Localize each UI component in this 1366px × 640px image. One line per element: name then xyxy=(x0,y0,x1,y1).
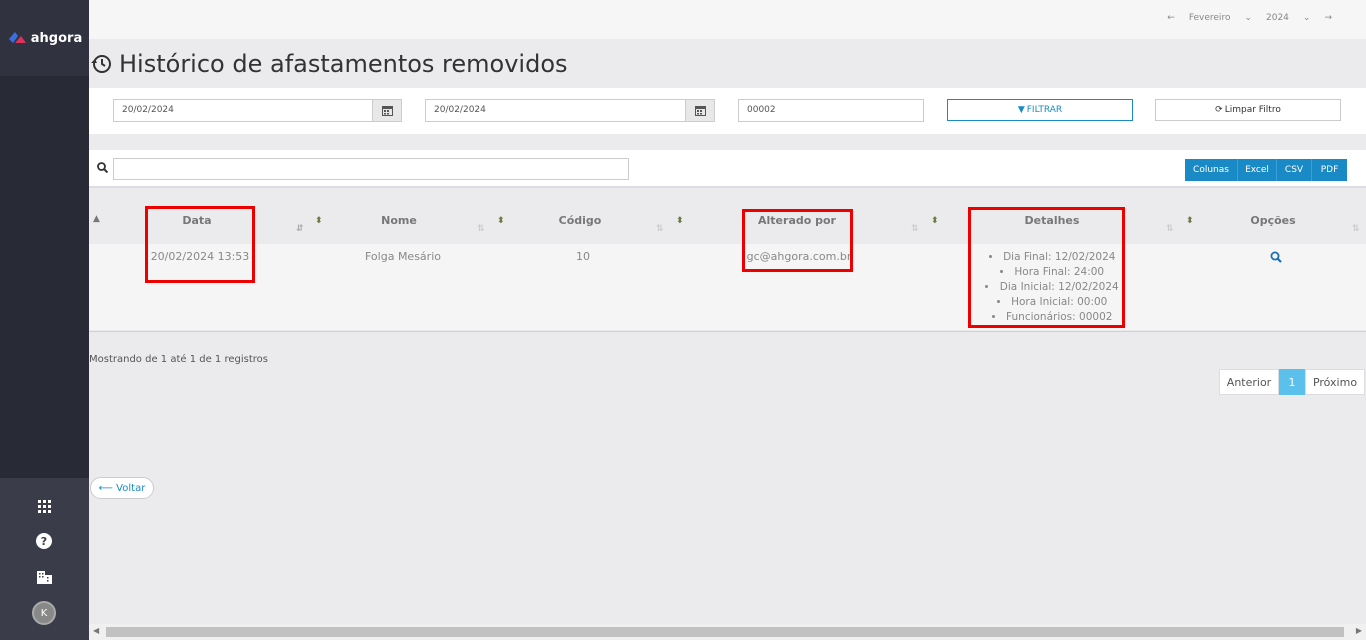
sort-desc-icon[interactable]: ⇵ xyxy=(296,224,304,234)
table-header: ▲ Data ⇵ ⬍ Nome ⇅ ⬍ Código ⇅ ⬍ Alterado … xyxy=(89,198,1366,244)
month-select[interactable]: Fevereiro xyxy=(1189,13,1231,23)
excel-button[interactable]: Excel xyxy=(1238,159,1277,181)
pdf-button[interactable]: PDF xyxy=(1312,159,1347,181)
sort-icon[interactable]: ⇅ xyxy=(1166,224,1174,234)
scrollbar-thumb[interactable] xyxy=(106,627,1344,637)
detail-item: Hora Final: 24:00 xyxy=(967,265,1137,280)
col-header-alterado-por[interactable]: Alterado por xyxy=(743,214,851,227)
calendar-icon[interactable] xyxy=(685,99,715,122)
sort-icon[interactable]: ⇅ xyxy=(477,224,485,234)
svg-text:?: ? xyxy=(41,535,47,548)
detail-item: Dia Inicial: 12/02/2024 xyxy=(967,280,1137,295)
start-date-input[interactable]: 20/02/2024 xyxy=(113,99,373,122)
sort-icon[interactable]: ⇅ xyxy=(911,224,919,234)
month-navigator: ← Fevereiro ⌄ 2024 ⌄ → xyxy=(1167,13,1332,23)
chevron-down-icon[interactable]: ⌄ xyxy=(1244,13,1252,23)
year-select[interactable]: 2024 xyxy=(1266,13,1289,23)
filter-button[interactable]: ▼ FILTRAR xyxy=(947,99,1133,121)
page-header: Histórico de afastamentos removidos xyxy=(89,50,568,78)
filter-button-label: FILTRAR xyxy=(1026,105,1063,115)
next-page-button[interactable]: Próximo xyxy=(1305,369,1365,395)
csv-button[interactable]: CSV xyxy=(1277,159,1312,181)
sort-icon[interactable]: ⬍ xyxy=(676,216,684,226)
horizontal-scrollbar[interactable]: ◀ ▶ xyxy=(89,624,1366,640)
cell-alterado-por: gc@ahgora.com.br xyxy=(746,250,852,263)
end-date-input[interactable]: 20/02/2024 xyxy=(425,99,686,122)
back-button[interactable]: ⟵ Voltar xyxy=(90,477,154,499)
col-header-codigo[interactable]: Código xyxy=(530,214,630,227)
detail-item: Hora Inicial: 00:00 xyxy=(967,295,1137,310)
col-header-nome[interactable]: Nome xyxy=(349,214,449,227)
previous-page-button[interactable]: Anterior xyxy=(1219,369,1279,395)
cell-nome: Folga Mesário xyxy=(365,250,441,263)
history-icon xyxy=(91,55,111,73)
cell-codigo: 10 xyxy=(576,250,590,263)
help-icon[interactable]: ? xyxy=(34,531,54,551)
search-input[interactable] xyxy=(113,158,629,180)
col-header-opcoes: Opções xyxy=(1250,214,1296,227)
col-header-data[interactable]: Data xyxy=(147,214,247,227)
arrow-left-icon[interactable]: ← xyxy=(1167,13,1175,23)
clear-filter-button[interactable]: ⟳ Limpar Filtro xyxy=(1155,99,1341,121)
chevron-down-icon[interactable]: ⌄ xyxy=(1303,13,1311,23)
cell-data: 20/02/2024 13:53 xyxy=(150,250,250,263)
table-row: 20/02/2024 13:53 Folga Mesário 10 gc@ahg… xyxy=(89,244,1366,330)
sort-icon[interactable]: ⇅ xyxy=(1352,224,1360,234)
sidebar-bottom: ? K xyxy=(0,478,89,640)
export-buttons: Colunas Excel CSV PDF xyxy=(1185,159,1347,181)
page-1-button[interactable]: 1 xyxy=(1279,369,1305,395)
view-details-search-icon[interactable] xyxy=(1270,251,1282,263)
apps-grid-icon[interactable] xyxy=(34,496,54,516)
refresh-icon: ⟳ xyxy=(1215,105,1223,115)
sort-icon[interactable]: ⬍ xyxy=(931,216,939,226)
scroll-right-icon[interactable]: ▶ xyxy=(1356,626,1362,635)
calendar-icon[interactable] xyxy=(372,99,402,122)
col-header-detalhes[interactable]: Detalhes xyxy=(1002,214,1102,227)
scroll-left-icon[interactable]: ◀ xyxy=(93,626,99,635)
building-icon[interactable] xyxy=(34,567,54,587)
search-icon xyxy=(97,162,108,173)
cell-detalhes: Dia Final: 12/02/2024 Hora Final: 24:00 … xyxy=(967,250,1137,325)
columns-button[interactable]: Colunas xyxy=(1185,159,1238,181)
sort-icon[interactable]: ⬍ xyxy=(1186,216,1194,226)
sort-icon[interactable]: ⬍ xyxy=(315,216,323,226)
filter-bar: 20/02/2024 20/02/2024 00002 ▼ FILTRAR ⟳ … xyxy=(89,88,1366,134)
detail-item: Dia Final: 12/02/2024 xyxy=(967,250,1137,265)
code-input[interactable]: 00002 xyxy=(738,99,924,122)
user-avatar[interactable]: K xyxy=(32,601,56,625)
sort-asc-icon[interactable]: ▲ xyxy=(93,214,100,224)
ahgora-logo-icon xyxy=(8,32,26,43)
pagination: Anterior 1 Próximo xyxy=(1219,369,1365,395)
sidebar: ahgora ? K xyxy=(0,0,89,640)
topbar: ← Fevereiro ⌄ 2024 ⌄ → xyxy=(89,0,1366,39)
logo[interactable]: ahgora xyxy=(0,0,89,76)
clear-filter-label: Limpar Filtro xyxy=(1224,105,1281,115)
history-table: ▲ Data ⇵ ⬍ Nome ⇅ ⬍ Código ⇅ ⬍ Alterado … xyxy=(89,198,1366,332)
sort-icon[interactable]: ⬍ xyxy=(497,216,505,226)
records-info: Mostrando de 1 até 1 de 1 registros xyxy=(89,354,268,365)
arrow-right-icon[interactable]: → xyxy=(1324,13,1332,23)
logo-text: ahgora xyxy=(30,30,83,46)
sort-icon[interactable]: ⇅ xyxy=(656,224,664,234)
detail-item: Funcionários: 00002 xyxy=(967,310,1137,325)
table-toolbar: Colunas Excel CSV PDF xyxy=(89,150,1366,188)
page-title: Histórico de afastamentos removidos xyxy=(119,50,568,78)
filter-icon: ▼ xyxy=(1017,105,1025,115)
